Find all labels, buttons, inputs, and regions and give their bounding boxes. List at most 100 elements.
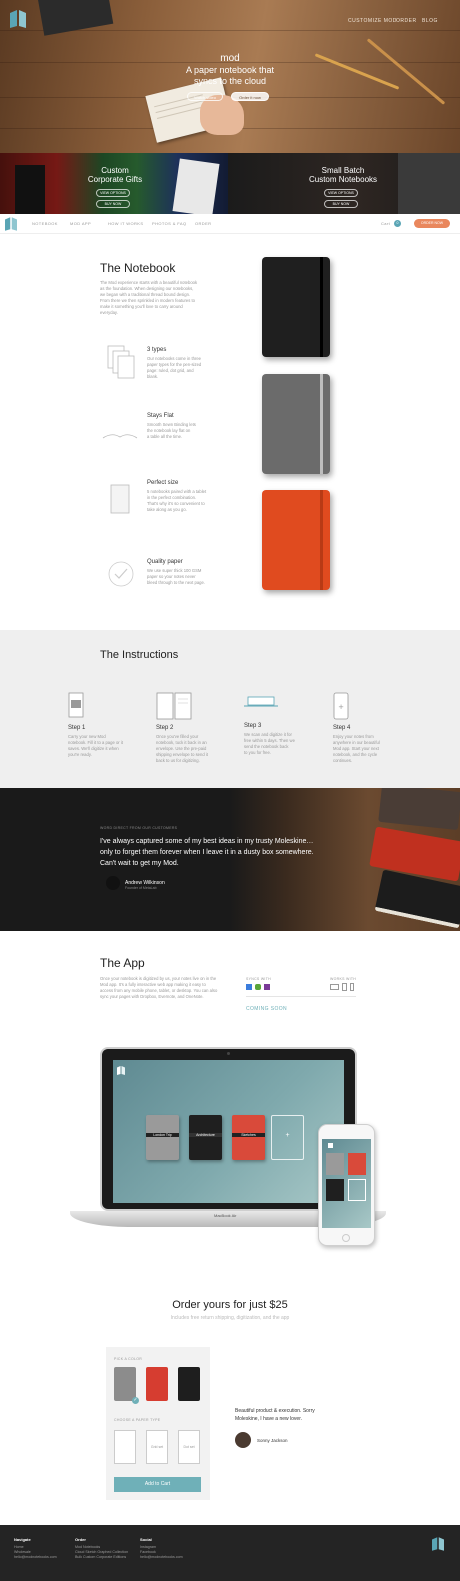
notebook-intro: The Mod experience starts with a beautif… — [100, 280, 198, 315]
paper-type-label: CHOOSE A PAPER TYPE — [114, 1418, 161, 1422]
promo-title: Small Batch — [321, 166, 365, 175]
buy-now-button[interactable]: BUY NOW — [324, 200, 358, 208]
add-notebook-button[interactable] — [348, 1179, 366, 1201]
subnav-item-photos[interactable]: PHOTOS & FAQ — [152, 221, 187, 226]
subnav-item-notebook[interactable]: NOTEBOOK — [32, 221, 58, 226]
step-3-desc: We scan and digitize it for free within … — [244, 732, 295, 755]
add-to-cart-button[interactable]: Add to Cart — [114, 1477, 201, 1492]
notebook-size-icon — [110, 484, 130, 514]
laptop-label: MacBook Air — [214, 1213, 237, 1218]
notebook-section-title: The Notebook — [100, 261, 176, 275]
subnav-item-app[interactable]: MOD APP — [70, 221, 91, 226]
orange-notebook-image — [262, 490, 330, 590]
view-options-button[interactable]: VIEW OPTIONS — [96, 189, 130, 197]
mod-logo-icon — [117, 1066, 125, 1075]
app-desc: Once your notebook is digitized by us, y… — [100, 976, 218, 999]
subnav-item-order[interactable]: ORDER — [195, 221, 211, 226]
feature-desc: 5 notebooks paired with a tablet in the … — [147, 489, 207, 512]
footer-heading: Navigate — [14, 1537, 31, 1542]
paper-types-icon — [107, 345, 135, 379]
testimonial-role: Founder of MetaLab — [125, 886, 157, 890]
nav-order[interactable]: ORDER — [396, 18, 417, 24]
promo-title: Custom — [101, 166, 129, 175]
feature-title: Stays Flat — [147, 413, 174, 419]
footer-links: Home Wholesale hello@modnotebooks.com — [14, 1545, 57, 1561]
testimonial-quote: only to forget them forever when I leave… — [100, 849, 314, 856]
footer-link[interactable]: hello@modnotebooks.com — [140, 1555, 183, 1560]
footer-link[interactable]: hello@modnotebooks.com — [14, 1555, 57, 1560]
paper-option-grid[interactable]: Grid set — [146, 1430, 168, 1464]
footer-link[interactable]: Bulk Custom Corporate Editions — [75, 1555, 128, 1560]
mod-logo-icon[interactable] — [432, 1537, 444, 1551]
view-options-button[interactable]: VIEW OPTIONS — [324, 189, 358, 197]
cart-link[interactable]: Cart — [381, 221, 390, 226]
camera-dot — [227, 1052, 230, 1055]
phone-screen — [322, 1139, 371, 1228]
desktop-icon — [330, 984, 339, 990]
check-icon: ✓ — [132, 1397, 139, 1404]
screen-notebook[interactable]: Sketches — [232, 1115, 265, 1160]
promo-small-batch[interactable]: Small Batch Custom Notebooks VIEW OPTION… — [228, 153, 460, 214]
lay-flat-icon — [102, 434, 138, 439]
testimonial-eyebrow: WORD DIRECT FROM OUR CUSTOMERS — [100, 826, 178, 830]
screen-notebook[interactable] — [326, 1179, 344, 1201]
watch-video-button[interactable]: Watch video — [187, 92, 223, 101]
footer-heading: Order — [75, 1537, 86, 1542]
add-notebook-button[interactable]: + — [271, 1115, 304, 1160]
color-option-black[interactable] — [178, 1367, 200, 1401]
cart-count-badge: 0 — [394, 220, 401, 227]
paper-option-blank[interactable] — [114, 1430, 136, 1464]
screen-notebook[interactable] — [326, 1153, 344, 1175]
order-now-button[interactable]: ORDER NOW — [414, 219, 450, 228]
black-notebook-image — [262, 257, 330, 357]
checkmark-icon — [108, 561, 134, 587]
footer-heading: Social — [140, 1537, 152, 1542]
feature-desc: Our notebooks come in three paper types … — [147, 356, 202, 379]
nav-blog[interactable]: BLOG — [422, 18, 438, 24]
nav-customize[interactable]: CUSTOMIZE MOD — [348, 18, 397, 24]
phone-icon — [68, 692, 84, 718]
app-section-title: The App — [100, 956, 145, 970]
feature-desc: We use super thick 100 GSM paper so your… — [147, 568, 205, 585]
instructions-section: The Instructions + Step 1 Carry your new… — [0, 630, 460, 788]
paper-option-dot[interactable]: Dot set — [178, 1430, 200, 1464]
buy-now-button[interactable]: BUY NOW — [96, 200, 130, 208]
phone-icon — [350, 983, 354, 991]
screen-notebook[interactable]: Architecture — [189, 1115, 222, 1160]
testimonial-quote: I've always captured some of my best ide… — [100, 838, 314, 845]
hero-section: CUSTOMIZE MOD ORDER BLOG mod A paper not… — [0, 0, 460, 153]
promo-corporate-gifts[interactable]: Custom Corporate Gifts VIEW OPTIONS BUY … — [0, 153, 228, 214]
dropbox-icon — [246, 984, 252, 990]
feature-title: 3 types — [147, 347, 167, 353]
step-3-title: Step 3 — [244, 723, 262, 729]
mod-logo-icon[interactable] — [10, 10, 26, 28]
color-option-red[interactable] — [146, 1367, 168, 1401]
screen-notebook[interactable]: London Trip — [146, 1115, 179, 1160]
mod-logo-icon[interactable] — [5, 217, 17, 231]
home-button — [342, 1234, 350, 1242]
reviewer-name: Sonny Jackson — [257, 1438, 288, 1443]
screen-notebook[interactable] — [348, 1153, 366, 1175]
feature-title: Perfect size — [147, 480, 179, 486]
step-4-title: Step 4 — [333, 725, 351, 731]
order-subtitle: Includes free return shipping, digitizat… — [170, 1315, 290, 1321]
phone-plus-icon: + — [333, 692, 349, 720]
testimonial-section: WORD DIRECT FROM OUR CUSTOMERS I've alwa… — [0, 788, 460, 931]
coming-soon-label: COMING SOON — [246, 1006, 288, 1012]
review-quote: Beautiful product & execution. Sorry Mol… — [235, 1408, 315, 1422]
order-now-button[interactable]: Order it now — [231, 92, 269, 101]
step-1-title: Step 1 — [68, 725, 86, 731]
mod-logo-icon — [328, 1143, 333, 1148]
works-with-label: WORKS WITH — [330, 977, 357, 981]
order-title: Order yours for just $25 — [172, 1299, 288, 1311]
footer-links: Mod Notebooks Cloud Sketch Graphed Colle… — [75, 1545, 128, 1561]
avatar — [235, 1432, 251, 1448]
step-2-title: Step 2 — [156, 725, 174, 731]
color-option-gray[interactable] — [114, 1367, 136, 1401]
gray-notebook-image — [262, 374, 330, 474]
subnav-item-how[interactable]: HOW IT WORKS — [108, 221, 143, 226]
svg-text:+: + — [338, 703, 344, 711]
footer: Navigate Home Wholesale hello@modnoteboo… — [0, 1525, 460, 1581]
hero-subtitle: syncs to the cloud — [193, 76, 267, 86]
instructions-title: The Instructions — [100, 649, 179, 661]
